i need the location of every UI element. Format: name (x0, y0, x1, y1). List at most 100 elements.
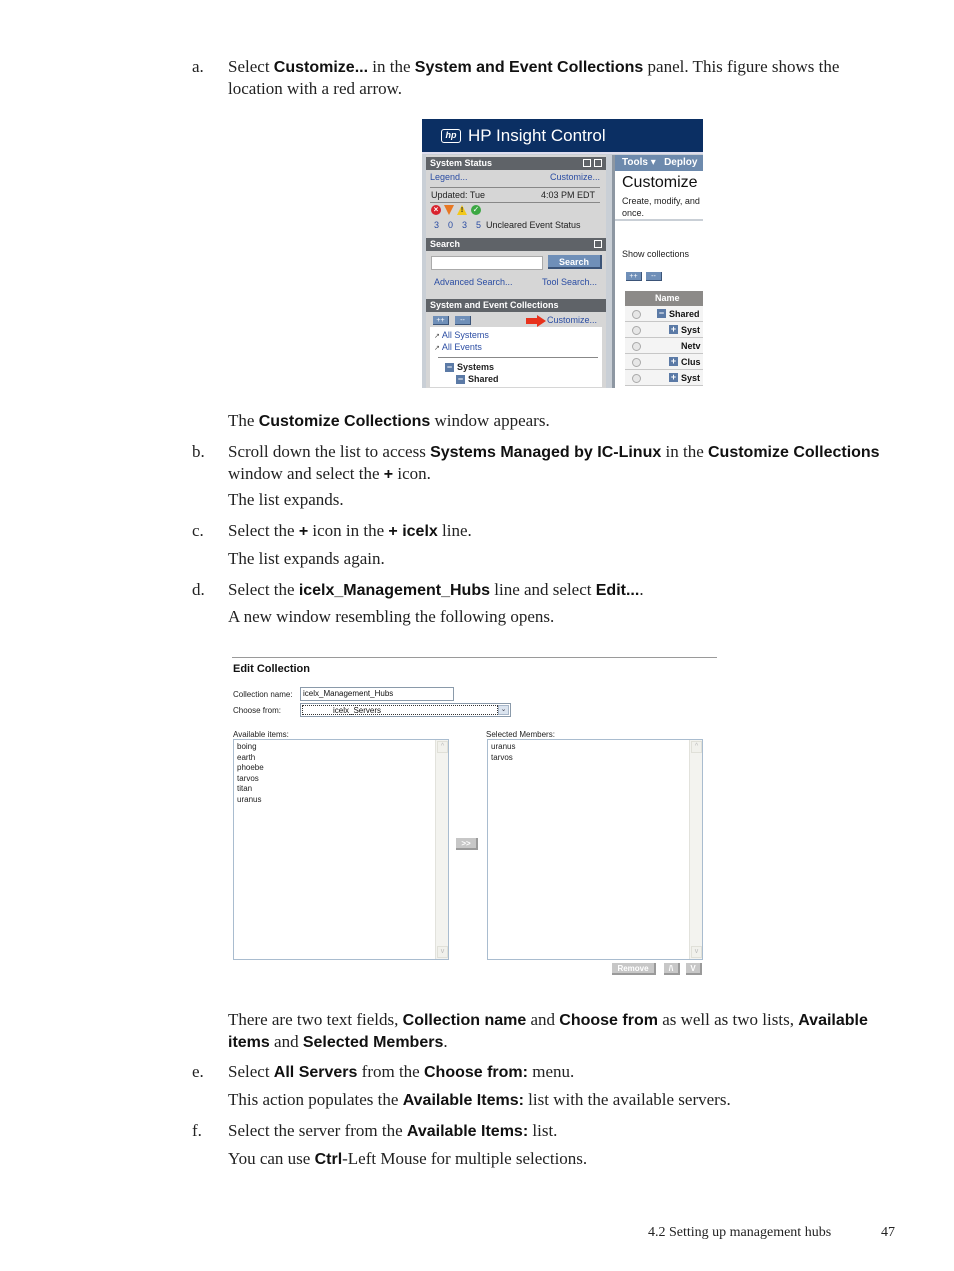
status-customize-link[interactable]: Customize... (550, 172, 600, 183)
divider (232, 657, 717, 658)
show-collections-label: Show collections (622, 249, 690, 259)
available-items-label: Available items: (233, 730, 289, 739)
step-b-text: Scroll down the list to access Systems M… (228, 442, 880, 483)
collapse-all-button[interactable]: -- (455, 316, 471, 325)
row-radio[interactable] (632, 374, 641, 383)
divider (430, 202, 600, 203)
advanced-search-link[interactable]: Advanced Search... (434, 277, 513, 288)
step-f-marker: f. (192, 1121, 202, 1140)
updated-time: 4:03 PM EDT (541, 190, 596, 200)
choose-from-select[interactable]: icelx_Servers ⌄ (300, 703, 511, 717)
minimize-icon[interactable] (594, 159, 602, 167)
tree-toggle-icon[interactable]: − (657, 309, 666, 318)
step-e-text: Select All Servers from the Choose from:… (228, 1062, 575, 1081)
popout-icon[interactable] (583, 159, 591, 167)
available-items-list[interactable]: boing earth phoebe tarvos titan uranus ^… (233, 739, 449, 960)
figure-hp-insight-control: hp HP Insight Control System Status Lege… (422, 119, 703, 388)
row-radio[interactable] (632, 358, 641, 367)
collection-item-all-systems[interactable]: ↗ All Systems (434, 330, 489, 342)
step-b-result: The list expands. (228, 490, 344, 509)
move-up-button[interactable]: /\ (664, 963, 680, 975)
tree-toggle-icon[interactable]: + (669, 373, 678, 382)
available-items: boing earth phoebe tarvos titan uranus (234, 740, 448, 805)
list-item[interactable]: uranus (234, 795, 448, 806)
selected-items: uranus tarvos (488, 740, 702, 763)
minimize-icon[interactable] (594, 240, 602, 248)
table-row[interactable]: + Syst (625, 370, 703, 386)
list-item[interactable]: tarvos (234, 774, 448, 785)
tree-toggle-icon[interactable]: + (669, 357, 678, 366)
move-down-button[interactable]: V (686, 963, 702, 975)
table-row[interactable]: − Shared (625, 306, 703, 322)
selected-scrollbar[interactable]: ^ v (689, 740, 702, 959)
updated-label: Updated: Tue (431, 190, 486, 200)
critical-count[interactable]: 3 (434, 220, 439, 231)
app-title: HP Insight Control (468, 126, 606, 145)
legend-link[interactable]: Legend... (430, 172, 468, 183)
table-row[interactable]: Netv (625, 338, 703, 354)
collection-item-all-events[interactable]: ↗ All Events (434, 342, 482, 354)
hp-logo-icon: hp (441, 129, 461, 143)
collections-customize-link[interactable]: Customize... (547, 315, 597, 326)
app-header: hp HP Insight Control (422, 119, 703, 154)
expand-all-button[interactable]: ++ (433, 316, 449, 325)
table-row[interactable]: + Clus (625, 354, 703, 370)
collapse-all-button[interactable]: -- (646, 272, 662, 281)
scroll-up-icon[interactable]: ^ (691, 741, 702, 753)
deploy-menu[interactable]: Deploy (664, 157, 697, 168)
search-input[interactable] (431, 256, 543, 270)
divider (438, 357, 598, 358)
step-d-note: There are two text fields, Collection na… (228, 1010, 868, 1051)
list-item[interactable]: boing (234, 742, 448, 753)
add-member-button[interactable]: >> (456, 838, 478, 850)
row-radio[interactable] (632, 310, 641, 319)
tools-menu[interactable]: Tools ▾ (622, 157, 656, 168)
normal-status-icon: ✓ (471, 205, 481, 215)
step-f-result: You can use Ctrl-Left Mouse for multiple… (228, 1149, 588, 1168)
divider (430, 187, 600, 188)
scroll-down-icon[interactable]: v (691, 946, 702, 958)
remove-button[interactable]: Remove (612, 963, 656, 975)
step-c-text: Select the + icon in the + icelx line. (228, 521, 472, 540)
collapse-shared-icon[interactable]: − (456, 375, 465, 384)
tree-item-systems[interactable]: Systems (457, 362, 494, 373)
collections-table: Name − Shared + Syst Netv + Clus + Syst (625, 291, 703, 386)
collapse-systems-icon[interactable]: − (445, 363, 454, 372)
page-number: 47 (881, 1225, 895, 1240)
list-item[interactable]: uranus (488, 742, 702, 753)
tree-item-shared[interactable]: Shared (468, 374, 499, 385)
left-sidebar: System Status Legend... Customize... Upd… (426, 155, 606, 388)
tool-search-link[interactable]: Tool Search... (542, 277, 597, 288)
row-radio[interactable] (632, 342, 641, 351)
list-item[interactable]: tarvos (488, 753, 702, 764)
collection-name-label: Collection name: (233, 690, 293, 699)
scroll-up-icon[interactable]: ^ (437, 741, 448, 753)
critical-status-icon: × (431, 205, 441, 215)
search-button[interactable]: Search (548, 255, 602, 269)
list-item[interactable]: phoebe (234, 763, 448, 774)
chevron-down-icon[interactable]: ⌄ (498, 705, 509, 715)
list-item[interactable]: titan (234, 784, 448, 795)
major-count[interactable]: 0 (448, 220, 453, 231)
scroll-down-icon[interactable]: v (437, 946, 448, 958)
table-row[interactable]: + Syst (625, 322, 703, 338)
divider (615, 219, 703, 221)
normal-count[interactable]: 5 (476, 220, 481, 231)
step-c-result: The list expands again. (228, 549, 385, 568)
row-radio[interactable] (632, 326, 641, 335)
choose-from-label: Choose from: (233, 706, 282, 715)
search-panel-header: Search (426, 238, 606, 251)
uncleared-label: Uncleared Event Status (486, 220, 581, 230)
step-d-marker: d. (192, 580, 205, 599)
selected-members-label: Selected Members: (486, 730, 555, 739)
available-scrollbar[interactable]: ^ v (435, 740, 448, 959)
collection-name-input[interactable]: icelx_Management_Hubs (300, 687, 454, 701)
step-d-result: A new window resembling the following op… (228, 607, 555, 626)
expand-all-button[interactable]: ++ (626, 272, 642, 281)
list-item[interactable]: earth (234, 753, 448, 764)
selected-members-list[interactable]: uranus tarvos ^ v (487, 739, 703, 960)
red-arrow-icon (526, 315, 546, 327)
tree-toggle-icon[interactable]: + (669, 325, 678, 334)
collections-list: ↗ All Systems ↗ All Events − Systems − S… (430, 327, 602, 387)
minor-count[interactable]: 3 (462, 220, 467, 231)
